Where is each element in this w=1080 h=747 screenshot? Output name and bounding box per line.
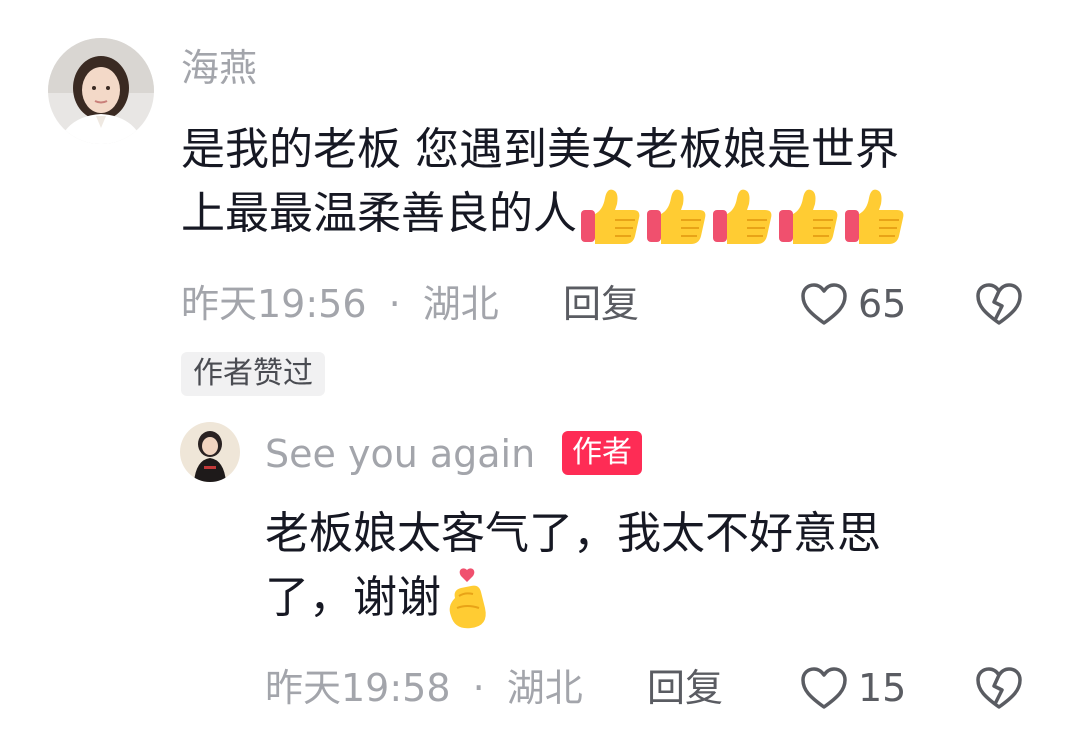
reply-button[interactable]: 回复 (647, 664, 723, 712)
comment-text-line: 上最最温柔善良的人 (181, 182, 907, 246)
replier-username[interactable]: See you again (265, 430, 535, 478)
commenter-username[interactable]: 海燕 (181, 44, 257, 92)
like-count: 65 (858, 282, 907, 326)
reply-meta: 昨天19:58 · 湖北 (265, 664, 583, 712)
commenter-avatar[interactable] (48, 38, 154, 144)
heart-icon (800, 666, 848, 714)
heart-icon (800, 282, 848, 330)
reply-text-line: 老板娘太客气了，我太不好意思 (265, 508, 881, 559)
reply-button[interactable]: 回复 (563, 280, 639, 328)
broken-heart-icon (975, 667, 1023, 714)
comment-text-line: 是我的老板 您遇到美女老板娘是世界 (181, 124, 899, 175)
reply-text: 老板娘太客气了，我太不好意思 了，谢谢 (265, 502, 881, 630)
comment-text-line-2: 上最最温柔善良的人 (181, 188, 577, 239)
like-count: 15 (858, 666, 907, 710)
finger-heart-icon (441, 568, 497, 629)
comment-text: 是我的老板 您遇到美女老板娘是世界 上最最温柔善良的人 (181, 118, 907, 246)
reply-text-line: 了，谢谢 (265, 566, 881, 630)
reply-location: 湖北 (506, 666, 583, 710)
author-liked-badge: 作者赞过 (181, 352, 325, 396)
comment-location: 湖北 (422, 282, 499, 326)
comment-time: 昨天19:56 (181, 282, 367, 326)
meta-separator: · (388, 282, 401, 326)
thumbs-up-icon (841, 188, 907, 244)
replier-avatar[interactable] (180, 422, 240, 482)
thumbs-up-icon (709, 188, 775, 244)
author-tag: 作者 (562, 431, 642, 475)
dislike-button[interactable] (975, 666, 1023, 710)
comment-meta: 昨天19:56 · 湖北 (181, 280, 499, 328)
thumbs-up-icon (775, 188, 841, 244)
dislike-button[interactable] (975, 282, 1023, 326)
thumbs-up-icon (643, 188, 709, 244)
meta-separator: · (472, 666, 485, 710)
thumbs-up-icon (577, 188, 643, 244)
reply-time: 昨天19:58 (265, 666, 451, 710)
broken-heart-icon (975, 283, 1023, 330)
reply-text-line-2: 了，谢谢 (265, 572, 441, 623)
